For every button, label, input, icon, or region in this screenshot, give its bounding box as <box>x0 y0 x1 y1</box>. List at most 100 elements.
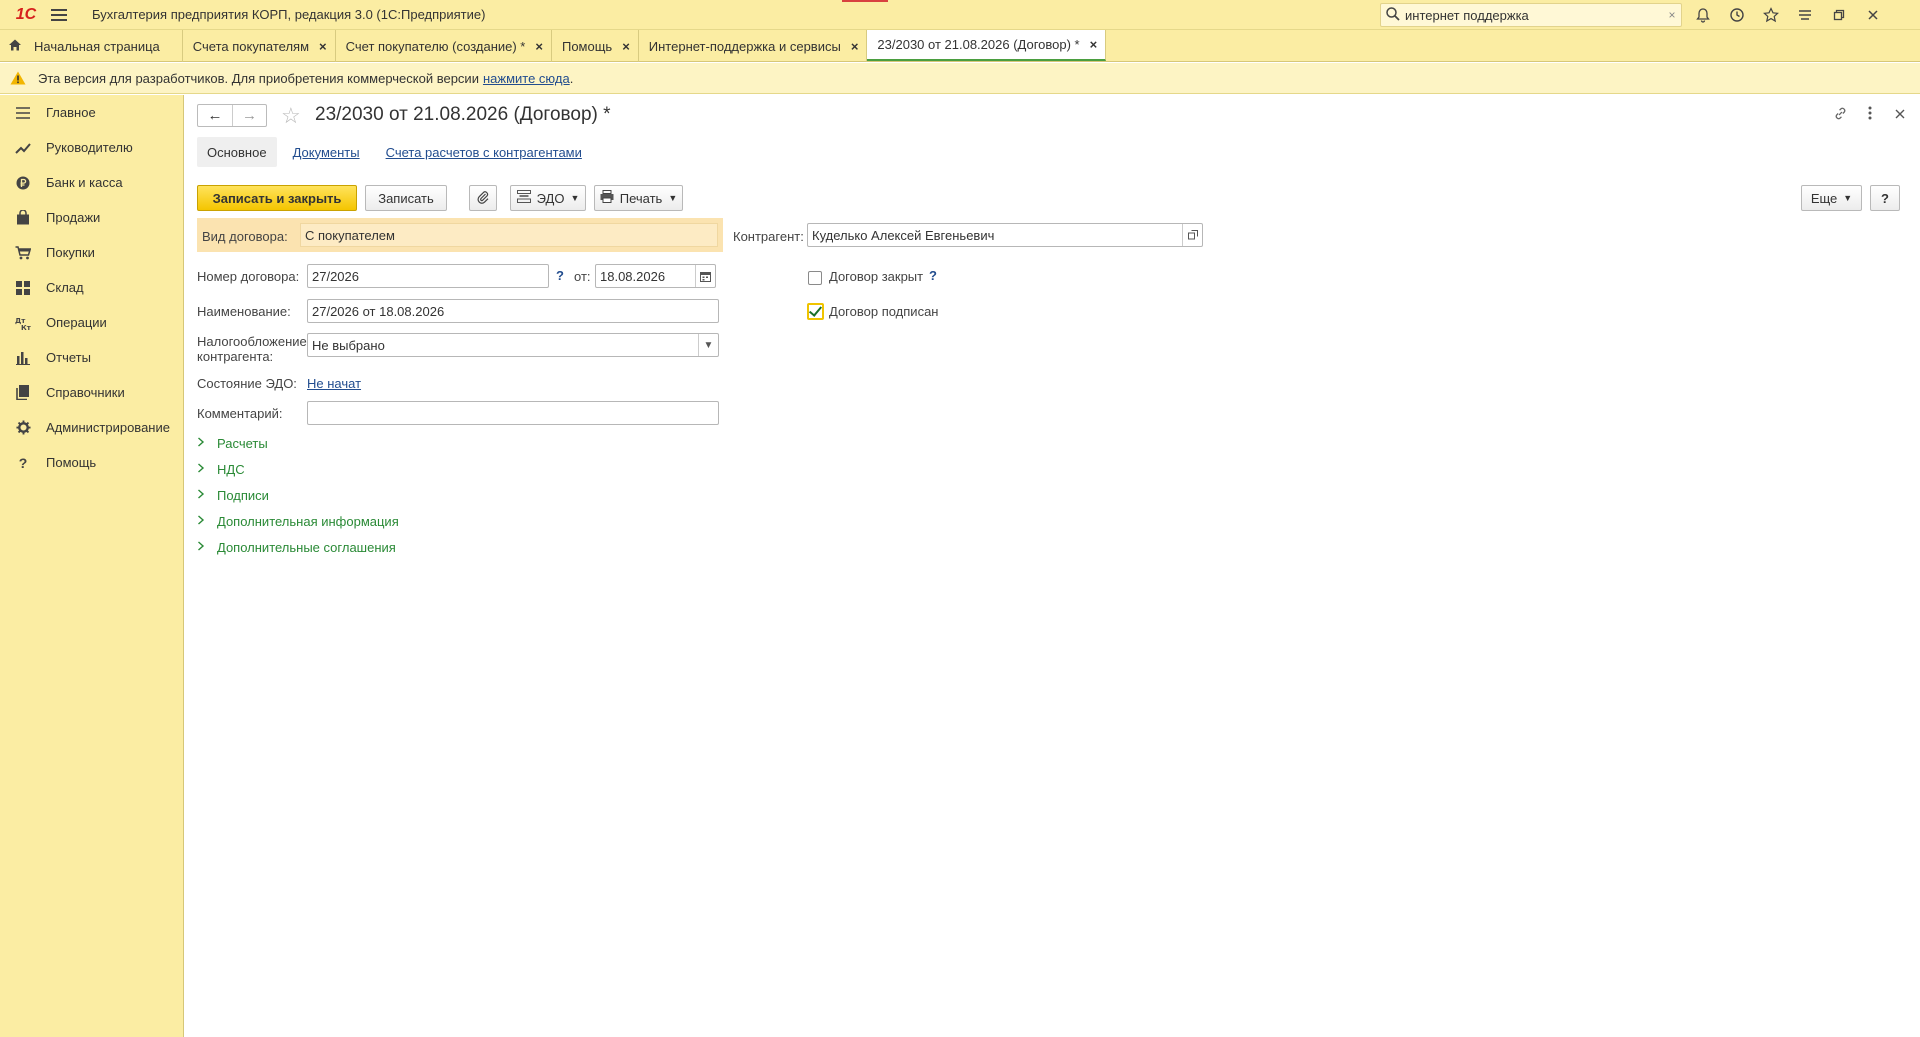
tab-internet-support[interactable]: Интернет-поддержка и сервисы × <box>639 30 868 62</box>
open-icon[interactable] <box>1182 224 1202 246</box>
history-nav: ← → <box>197 104 267 127</box>
contract-signed-label: Договор подписан <box>829 304 939 319</box>
contract-number-field[interactable]: 27/2026 <box>307 264 549 288</box>
sidebar-item-admin[interactable]: Администрирование <box>0 410 183 445</box>
help-button[interactable]: ? <box>1870 185 1900 211</box>
subtab-settlement-accounts[interactable]: Счета расчетов с контрагентами <box>376 137 592 167</box>
print-label: Печать <box>619 190 663 206</box>
restore-icon[interactable] <box>1822 0 1856 30</box>
warning-icon <box>10 71 26 85</box>
paperclip-icon <box>477 190 489 207</box>
attach-button[interactable] <box>469 185 497 211</box>
sidebar-item-label: Операции <box>46 315 107 330</box>
link-icon[interactable] <box>1832 106 1848 124</box>
group-settlements[interactable]: Расчеты <box>197 433 268 453</box>
tab-help[interactable]: Помощь × <box>552 30 639 62</box>
forward-arrow-icon[interactable]: → <box>232 105 266 126</box>
taxation-label-line1: Налогообложение <box>197 334 307 349</box>
number-help-icon[interactable]: ? <box>556 268 564 283</box>
page-title: 23/2030 от 21.08.2026 (Договор) * <box>315 104 611 125</box>
book-icon <box>14 384 32 402</box>
cart-icon <box>14 244 32 262</box>
sidebar-item-sales[interactable]: Продажи <box>0 200 183 235</box>
sidebar-item-main[interactable]: Главное <box>0 95 183 130</box>
chevron-down-icon[interactable]: ▼ <box>698 334 718 356</box>
group-additional-info[interactable]: Дополнительная информация <box>197 511 399 531</box>
chevron-down-icon: ▼ <box>570 193 580 203</box>
more-label: Еще <box>1810 190 1838 206</box>
tab-close-icon[interactable]: × <box>1090 37 1098 52</box>
sidebar-item-help[interactable]: ? Помощь <box>0 445 183 480</box>
edo-icon <box>516 190 531 206</box>
contract-closed-checkbox[interactable] <box>808 271 822 285</box>
taxation-label-line2: контрагента: <box>197 349 274 364</box>
date-label: от: <box>574 269 591 284</box>
group-vat[interactable]: НДС <box>197 459 245 479</box>
sidebar-item-reports[interactable]: Отчеты <box>0 340 183 375</box>
save-and-close-button[interactable]: Записать и закрыть <box>197 185 357 211</box>
sidebar-item-warehouse[interactable]: Склад <box>0 270 183 305</box>
tab-customer-invoice-new[interactable]: Счет покупателю (создание) * × <box>336 30 552 62</box>
save-button[interactable]: Записать <box>365 185 447 211</box>
name-field[interactable]: 27/2026 от 18.08.2026 <box>307 299 719 323</box>
group-additional-agreements[interactable]: Дополнительные соглашения <box>197 537 396 557</box>
sidebar-item-purchases[interactable]: Покупки <box>0 235 183 270</box>
closed-help-icon[interactable]: ? <box>929 268 937 283</box>
search-input[interactable] <box>1403 5 1663 25</box>
favorite-star-icon[interactable]: ☆ <box>281 103 301 129</box>
subtab-documents[interactable]: Документы <box>283 137 370 167</box>
chevron-right-icon <box>197 436 211 450</box>
bell-icon[interactable] <box>1686 0 1720 30</box>
sidebar-item-label: Администрирование <box>46 420 170 435</box>
menu-icon <box>14 104 32 122</box>
printer-icon <box>600 190 614 206</box>
tab-close-icon[interactable]: × <box>851 39 859 54</box>
group-signatures[interactable]: Подписи <box>197 485 269 505</box>
sidebar-item-label: Отчеты <box>46 350 91 365</box>
sidebar-item-manager[interactable]: Руководителю <box>0 130 183 165</box>
tab-home[interactable]: Начальная страница <box>0 30 183 62</box>
calendar-icon[interactable] <box>695 265 715 287</box>
edo-state-link[interactable]: Не начат <box>307 376 361 391</box>
taxation-select[interactable]: Не выбрано ▼ <box>307 333 719 357</box>
sidebar-item-operations[interactable]: Дт Кт Операции <box>0 305 183 340</box>
favorites-star-icon[interactable] <box>1754 0 1788 30</box>
tab-contract[interactable]: 23/2030 от 21.08.2026 (Договор) * × <box>867 30 1107 61</box>
contract-signed-checkbox[interactable] <box>807 303 824 320</box>
home-icon <box>8 38 22 55</box>
tab-customer-invoices[interactable]: Счета покупателям × <box>183 30 336 62</box>
tab-close-icon[interactable]: × <box>319 39 327 54</box>
more-vertical-icon[interactable] <box>1862 106 1878 124</box>
subtab-main[interactable]: Основное <box>197 137 277 167</box>
sidebar-item-references[interactable]: Справочники <box>0 375 183 410</box>
close-icon[interactable] <box>1856 0 1890 30</box>
form-close-icon[interactable] <box>1892 106 1908 124</box>
print-menu-button[interactable]: Печать ▼ <box>594 185 683 211</box>
top-marker <box>842 0 888 2</box>
global-search[interactable]: × <box>1380 3 1682 27</box>
more-button[interactable]: Еще ▼ <box>1801 185 1862 211</box>
edo-label: ЭДО <box>536 190 565 206</box>
app-logo[interactable]: 1С <box>8 0 44 30</box>
edo-menu-button[interactable]: ЭДО ▼ <box>510 185 586 211</box>
name-label: Наименование: <box>197 304 291 319</box>
notice-link[interactable]: нажмите сюда <box>483 71 570 86</box>
main-menu-icon[interactable] <box>44 0 74 30</box>
sidebar-item-label: Банк и касса <box>46 175 123 190</box>
search-clear-icon[interactable]: × <box>1663 8 1681 22</box>
back-arrow-icon[interactable]: ← <box>198 105 232 126</box>
sidebar-item-bank[interactable]: Банк и касса <box>0 165 183 200</box>
counterparty-field[interactable]: Куделько Алексей Евгеньевич <box>807 223 1203 247</box>
comment-field[interactable] <box>307 401 719 425</box>
menu-lines-icon[interactable] <box>1788 0 1822 30</box>
tab-close-icon[interactable]: × <box>535 39 543 54</box>
contract-type-field[interactable]: С покупателем <box>300 223 718 247</box>
history-icon[interactable] <box>1720 0 1754 30</box>
tab-label: Счет покупателю (создание) * <box>345 38 526 54</box>
tab-close-icon[interactable]: × <box>622 39 630 54</box>
sidebar-item-label: Руководителю <box>46 140 133 155</box>
date-field[interactable]: 18.08.2026 <box>595 264 716 288</box>
comment-label: Комментарий: <box>197 406 283 421</box>
grid-icon <box>14 279 32 297</box>
group-label: Подписи <box>217 487 269 503</box>
